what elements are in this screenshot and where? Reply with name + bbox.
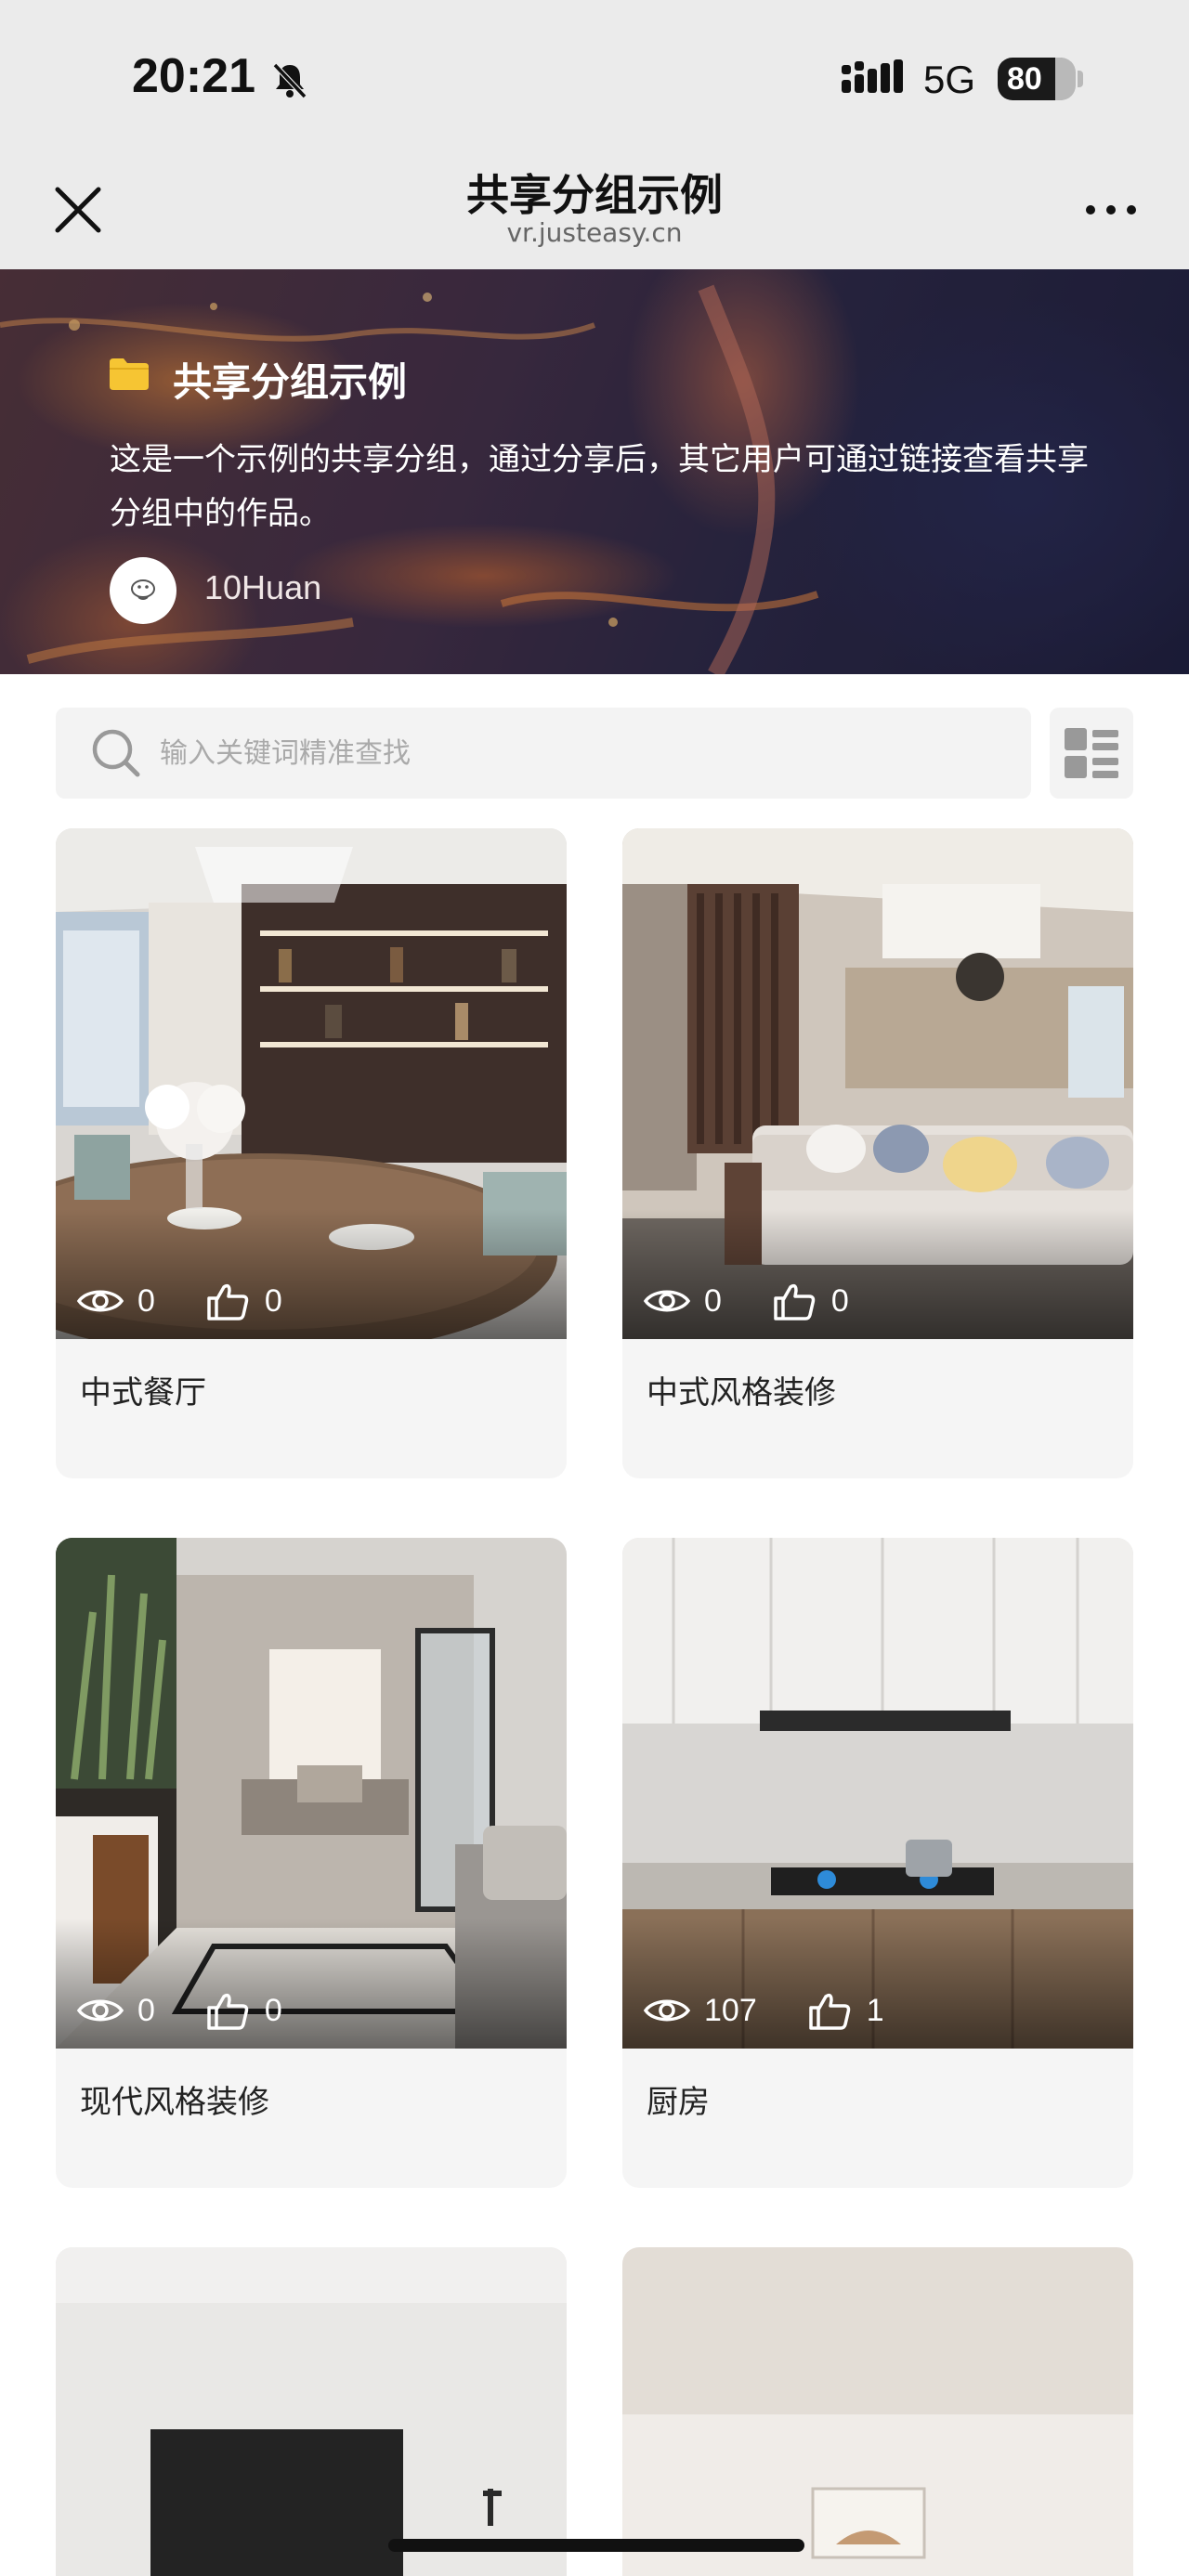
work-title[interactable]: 中式风格装修: [647, 1367, 836, 1412]
work-card[interactable]: [56, 2247, 567, 2576]
author-avatar[interactable]: [110, 557, 176, 624]
view-count: 0: [137, 1282, 155, 1319]
status-time: 20:21: [132, 49, 255, 103]
bedroom-image: [56, 2247, 567, 2576]
thumbs-up-icon: [774, 1283, 816, 1321]
thumbs-up-icon: [207, 1283, 249, 1321]
work-title[interactable]: 现代风格装修: [80, 2076, 269, 2122]
group-description: 这是一个示例的共享分组，通过分享后，其它用户可通过链接查看共享分组中的作品。: [110, 441, 1089, 532]
work-stats: 0 0: [76, 1987, 331, 2034]
eye-icon: [643, 1290, 691, 1312]
work-stats: 0 0: [76, 1278, 331, 1324]
view-count: 107: [704, 1992, 757, 2028]
like-count: 0: [830, 1282, 849, 1319]
thumbs-up-icon: [207, 1993, 249, 2030]
eye-icon: [76, 1290, 124, 1312]
work-card[interactable]: 0 0 现代风格装修: [56, 1538, 567, 2188]
page-domain: vr.justeasy.cn: [506, 217, 683, 248]
more-icon[interactable]: [1083, 201, 1139, 219]
search-icon: [92, 729, 140, 777]
work-title[interactable]: 中式餐厅: [80, 1367, 206, 1412]
bell-muted-icon: [272, 62, 307, 99]
work-thumbnail[interactable]: [56, 2247, 567, 2576]
room-image: [622, 2247, 1133, 2576]
battery-empty-portion: [1055, 58, 1076, 100]
work-title[interactable]: 厨房: [647, 2076, 710, 2122]
work-thumbnail[interactable]: 0 0: [622, 828, 1133, 1339]
layout-toggle-button[interactable]: [1050, 708, 1133, 799]
work-thumbnail[interactable]: 0 0: [56, 1538, 567, 2049]
title-bar: 共享分组示例 vr.justeasy.cn: [0, 149, 1189, 269]
work-card[interactable]: 107 1 厨房: [622, 1538, 1133, 2188]
work-thumbnail[interactable]: 0 0: [56, 828, 567, 1339]
work-thumbnail[interactable]: [622, 2247, 1133, 2576]
eye-icon: [643, 1999, 691, 2022]
group-title: 共享分组示例: [173, 359, 408, 405]
work-stats: 0 0: [643, 1278, 897, 1324]
work-stats: 107 1: [643, 1987, 933, 2034]
view-count: 0: [137, 1992, 155, 2028]
like-count: 1: [866, 1992, 884, 2028]
work-thumbnail[interactable]: 107 1: [622, 1538, 1133, 2049]
work-card[interactable]: 0 0 中式餐厅: [56, 828, 567, 1478]
signal-icon: [842, 59, 903, 93]
thumbs-up-icon: [808, 1993, 850, 2030]
like-count: 0: [264, 1282, 282, 1319]
search-box[interactable]: [56, 708, 1031, 799]
group-banner: 共享分组示例 这是一个示例的共享分组，通过分享后，其它用户可通过链接查看共享分组…: [0, 269, 1189, 674]
network-label: 5G: [923, 58, 976, 101]
author-name[interactable]: 10Huan: [204, 568, 321, 607]
work-card[interactable]: 0 0 中式风格装修: [622, 828, 1133, 1478]
grid-icon: [1065, 728, 1118, 778]
work-card[interactable]: [622, 2247, 1133, 2576]
battery-tip: [1078, 71, 1083, 87]
search-input[interactable]: [160, 708, 996, 799]
folder-icon: [110, 358, 149, 390]
eye-icon: [76, 1999, 124, 2022]
avatar-icon: [131, 579, 155, 600]
view-count: 0: [704, 1282, 722, 1319]
like-count: 0: [264, 1992, 282, 2028]
home-indicator[interactable]: [388, 2539, 804, 2552]
status-bar: 20:21 5G 80: [0, 0, 1189, 149]
page-title: 共享分组示例: [466, 170, 723, 220]
